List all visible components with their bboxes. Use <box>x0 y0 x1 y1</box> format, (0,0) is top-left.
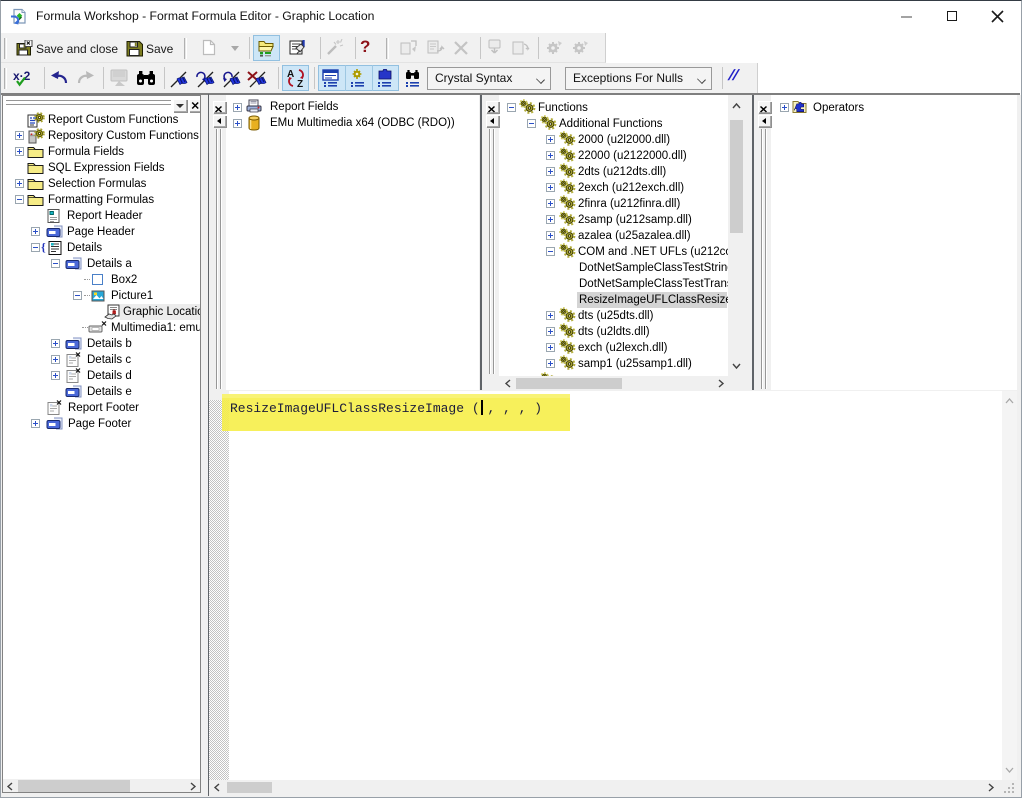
svg-text:Z: Z <box>297 79 303 88</box>
svg-text:{: { <box>41 240 46 254</box>
